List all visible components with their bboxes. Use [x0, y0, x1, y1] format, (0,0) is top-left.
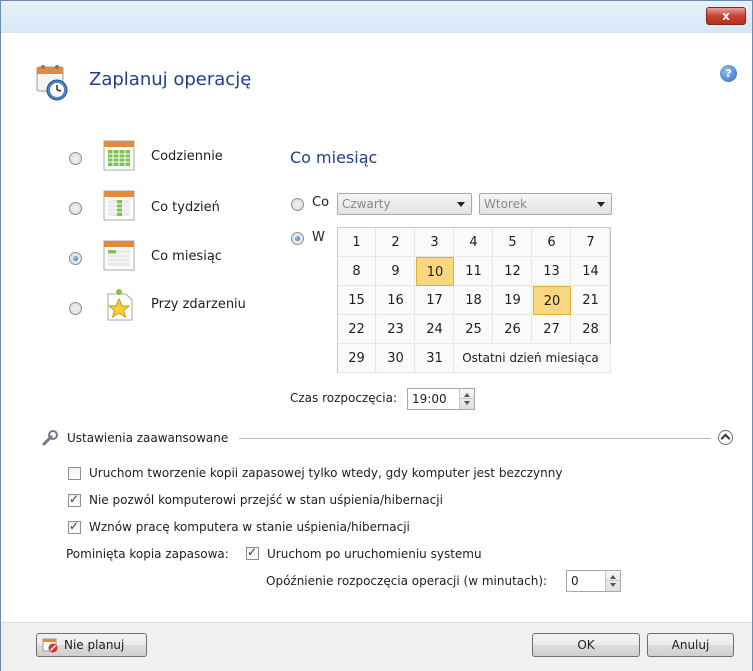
- weekday-value: Wtorek: [484, 197, 527, 211]
- day-cell[interactable]: 2: [377, 228, 415, 257]
- delay-input[interactable]: 0: [566, 570, 621, 592]
- no-schedule-label: Nie planuj: [64, 638, 125, 652]
- cancel-button[interactable]: Anuluj: [647, 633, 734, 657]
- day-cell[interactable]: 13: [533, 257, 571, 286]
- start-time-value: 19:00: [412, 392, 447, 406]
- missed-backup-label: Pominięta kopia zapasowa:: [66, 547, 229, 561]
- schedule-dialog: x Zaplanuj operację ? Codziennie Co tydz…: [0, 0, 753, 671]
- radio-monthly[interactable]: [69, 252, 82, 265]
- wake-computer-checkbox[interactable]: [68, 519, 81, 534]
- day-cell[interactable]: 19: [494, 286, 532, 315]
- day-cell[interactable]: 17: [416, 286, 454, 315]
- dialog-title: Zaplanuj operację: [89, 69, 252, 90]
- weekly-calendar-icon: [103, 190, 135, 221]
- day-cell[interactable]: 31: [416, 344, 454, 373]
- day-cell[interactable]: 24: [416, 315, 454, 344]
- chevron-down-icon: [597, 202, 605, 207]
- day-cell[interactable]: 9: [377, 257, 415, 286]
- day-cell[interactable]: 22: [338, 315, 376, 344]
- day-cell[interactable]: 11: [455, 257, 493, 286]
- day-cell[interactable]: 5: [494, 228, 532, 257]
- divider: [239, 438, 711, 439]
- day-cell[interactable]: 1: [338, 228, 376, 257]
- wrench-icon: [42, 430, 58, 446]
- day-cell[interactable]: 30: [377, 344, 415, 373]
- day-cell[interactable]: 8: [338, 257, 376, 286]
- day-cell[interactable]: 29: [338, 344, 376, 373]
- run-after-startup-label: Uruchom po uruchomieniu systemu: [267, 547, 482, 561]
- daily-calendar-icon: [103, 140, 135, 171]
- schedule-type-monthly[interactable]: Co miesiąc: [151, 249, 222, 264]
- weekday-select[interactable]: Wtorek: [479, 193, 612, 215]
- ok-button[interactable]: OK: [532, 633, 640, 657]
- run-after-startup-checkbox[interactable]: [246, 545, 259, 560]
- prevent-sleep-label: Nie pozwól komputerowi przejść w stan uś…: [89, 493, 443, 507]
- day-cell[interactable]: 18: [455, 286, 493, 315]
- event-star-icon: [107, 289, 133, 321]
- idle-only-label: Uruchom tworzenie kopii zapasowej tylko …: [89, 466, 563, 480]
- help-icon[interactable]: ?: [720, 65, 737, 82]
- option-co-label: Co: [312, 195, 330, 210]
- week-number-value: Czwarty: [342, 197, 391, 211]
- day-cell-selected[interactable]: 10: [416, 257, 454, 286]
- day-cell[interactable]: 26: [494, 315, 532, 344]
- time-spinner[interactable]: [459, 389, 474, 409]
- schedule-clock-icon: [36, 65, 68, 101]
- day-cell[interactable]: 28: [572, 315, 610, 344]
- advanced-settings-label[interactable]: Ustawienia zaawansowane: [67, 431, 228, 445]
- delay-label: Opóźnienie rozpoczęcia operacji (w minut…: [266, 574, 548, 588]
- day-cell[interactable]: 3: [416, 228, 454, 257]
- day-cell[interactable]: 14: [572, 257, 610, 286]
- day-cell[interactable]: 12: [494, 257, 532, 286]
- delay-spinner[interactable]: [605, 571, 620, 591]
- chevron-down-icon: [457, 202, 465, 207]
- day-cell[interactable]: 4: [455, 228, 493, 257]
- monthly-heading: Co miesiąc: [290, 148, 378, 167]
- option-w-label: W: [312, 230, 325, 245]
- schedule-type-daily[interactable]: Codziennie: [151, 149, 223, 164]
- start-time-input[interactable]: 19:00: [407, 388, 475, 410]
- schedule-type-on-event[interactable]: Przy zdarzeniu: [151, 297, 246, 312]
- day-cell[interactable]: 25: [455, 315, 493, 344]
- no-schedule-button[interactable]: Nie planuj: [36, 633, 147, 657]
- calendar-cancel-icon: [42, 638, 58, 653]
- day-cell[interactable]: 7: [572, 228, 610, 257]
- radio-weekly[interactable]: [69, 202, 82, 215]
- week-number-select[interactable]: Czwarty: [337, 193, 472, 215]
- day-cell[interactable]: 16: [377, 286, 415, 315]
- footer-bar: Nie planuj OK Anuluj: [1, 622, 752, 671]
- close-button[interactable]: x: [706, 7, 746, 25]
- radio-on-days[interactable]: [291, 232, 304, 245]
- schedule-type-weekly[interactable]: Co tydzień: [151, 200, 220, 215]
- day-cell[interactable]: 27: [533, 315, 571, 344]
- day-cell[interactable]: 15: [338, 286, 376, 315]
- radio-every-weekday[interactable]: [291, 198, 304, 211]
- delay-value: 0: [571, 574, 579, 588]
- collapse-button[interactable]: [718, 430, 733, 445]
- day-calendar: 1 2 3 4 5 6 7 8 9 10 11 12 13 14 15 16 1…: [337, 227, 611, 373]
- radio-on-event[interactable]: [69, 302, 82, 315]
- day-cell-selected[interactable]: 20: [533, 286, 571, 315]
- title-bar: x: [1, 1, 752, 33]
- day-cell[interactable]: 23: [377, 315, 415, 344]
- start-time-label: Czas rozpoczęcia:: [290, 391, 397, 405]
- idle-only-checkbox[interactable]: [68, 467, 81, 480]
- prevent-sleep-checkbox[interactable]: [68, 492, 81, 507]
- radio-daily[interactable]: [69, 152, 82, 165]
- day-cell[interactable]: 6: [533, 228, 571, 257]
- monthly-calendar-icon: [103, 240, 135, 271]
- last-day-of-month-cell[interactable]: Ostatni dzień miesiąca: [451, 344, 611, 373]
- day-cell[interactable]: 21: [572, 286, 610, 315]
- wake-computer-label: Wznów pracę komputera w stanie uśpienia/…: [89, 520, 410, 534]
